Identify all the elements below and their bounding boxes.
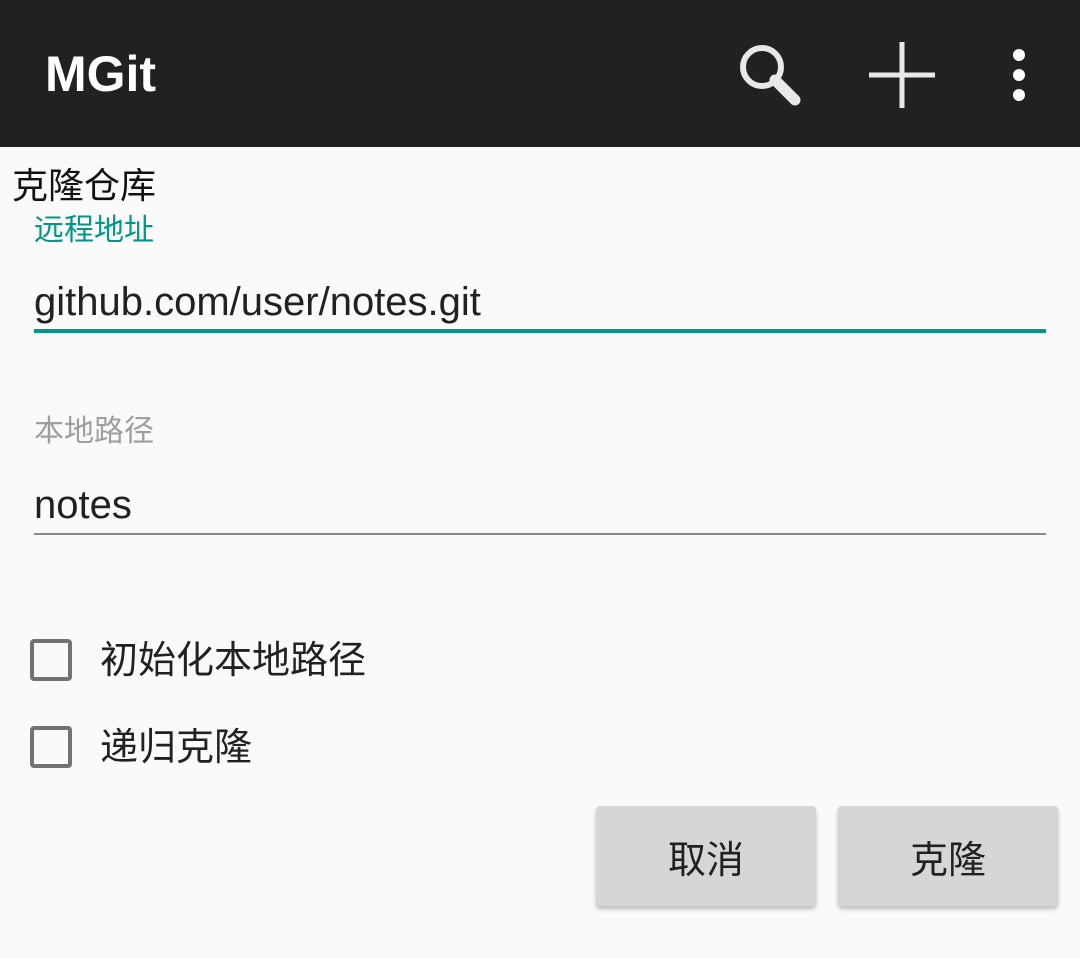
more-vert-icon xyxy=(1013,49,1025,101)
dialog-title: 克隆仓库 xyxy=(12,166,157,207)
cancel-button[interactable]: 取消 xyxy=(596,806,816,906)
app-title: MGit xyxy=(45,46,157,102)
remote-url-input[interactable] xyxy=(34,275,1046,333)
recursive-clone-label: 递归克隆 xyxy=(100,725,253,769)
overflow-menu-button[interactable] xyxy=(974,30,1064,120)
init-local-path-option[interactable]: 初始化本地路径 xyxy=(30,634,366,686)
local-path-input[interactable] xyxy=(34,477,1046,535)
app-bar: MGit xyxy=(0,0,1080,147)
recursive-clone-option[interactable]: 递归克隆 xyxy=(30,721,252,773)
init-local-path-label: 初始化本地路径 xyxy=(100,638,367,682)
add-icon xyxy=(869,42,935,108)
local-path-label: 本地路径 xyxy=(34,414,154,449)
clone-button[interactable]: 克隆 xyxy=(838,806,1058,906)
init-local-path-checkbox[interactable] xyxy=(30,639,72,681)
search-icon xyxy=(740,45,801,106)
search-button[interactable] xyxy=(725,30,815,120)
remote-url-label: 远程地址 xyxy=(34,213,154,248)
recursive-clone-checkbox[interactable] xyxy=(30,726,72,768)
add-button[interactable] xyxy=(857,30,947,120)
